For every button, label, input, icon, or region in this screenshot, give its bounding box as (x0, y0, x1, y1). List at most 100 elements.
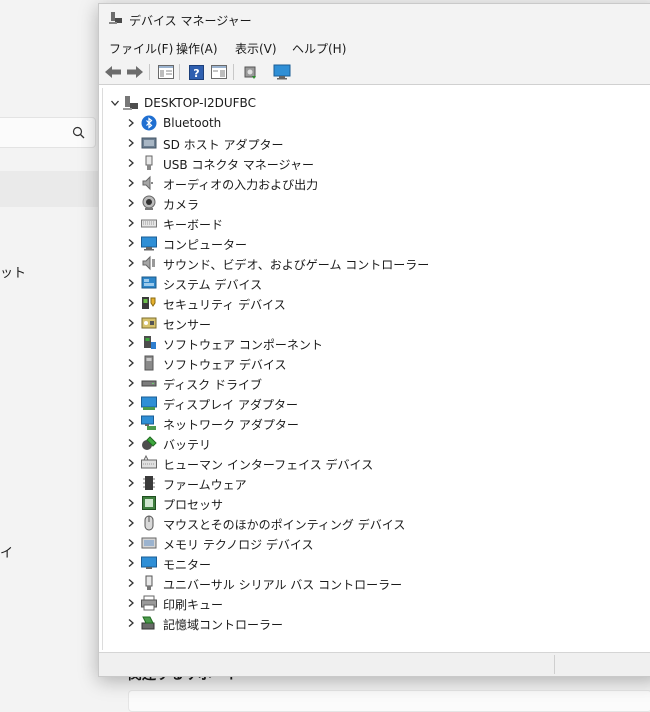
toolbar-separator (233, 64, 234, 80)
tree-node[interactable]: ネットワーク アダプター (103, 413, 643, 433)
chevron-right-icon[interactable] (125, 117, 137, 129)
chevron-right-icon[interactable] (125, 557, 137, 569)
tree-node[interactable]: ヒューマン インターフェイス デバイス (103, 453, 643, 473)
chevron-right-icon[interactable] (125, 537, 137, 549)
chevron-right-icon[interactable] (125, 237, 137, 249)
device-manager-app-icon (109, 11, 123, 28)
action-pane-icon[interactable] (208, 62, 230, 82)
menu-file[interactable]: ファイル(F) (109, 40, 173, 57)
menu-action[interactable]: 操作(A) (176, 40, 218, 57)
tree-node[interactable]: ディスク ドライブ (103, 373, 643, 393)
status-bar (99, 652, 650, 676)
memory-device-icon (141, 535, 157, 551)
show-hide-console-tree-icon[interactable] (155, 62, 177, 82)
tree-node-label: ネットワーク アダプター (163, 418, 299, 432)
chevron-right-icon[interactable] (125, 357, 137, 369)
chevron-right-icon[interactable] (125, 317, 137, 329)
background-nav-fragment[interactable]: イ (0, 542, 13, 561)
chevron-down-icon[interactable] (109, 97, 121, 109)
tree-node-label: モニター (163, 558, 212, 572)
background-nav-selected[interactable] (0, 171, 98, 207)
tree-node[interactable]: ユニバーサル シリアル バス コントローラー (103, 573, 643, 593)
chevron-right-icon[interactable] (125, 377, 137, 389)
tree-node[interactable]: オーディオの入力および出力 (103, 173, 643, 193)
menu-bar: ファイル(F) 操作(A) 表示(V) ヘルプ(H) (99, 34, 650, 60)
tree-root-node[interactable]: DESKTOP-I2DUFBC (103, 93, 643, 113)
security-device-icon (141, 295, 157, 311)
tree-node-label: USB コネクタ マネージャー (163, 158, 314, 172)
tree-node[interactable]: ソフトウェア デバイス (103, 353, 643, 373)
chevron-right-icon[interactable] (125, 597, 137, 609)
device-tree: DESKTOP-I2DUFBC Bluetooth SD ホスト アダプター USB… (102, 88, 650, 650)
tree-node[interactable]: プロセッサ (103, 493, 643, 513)
menu-view[interactable]: 表示(V) (235, 40, 277, 57)
chevron-right-icon[interactable] (125, 577, 137, 589)
help-icon[interactable]: ? (185, 62, 207, 82)
hid-icon (141, 454, 157, 471)
tree-node[interactable]: キーボード (103, 213, 643, 233)
bluetooth-icon (141, 115, 157, 131)
tree-node-label: プロセッサ (163, 498, 224, 512)
scan-hardware-changes-icon[interactable] (239, 62, 261, 82)
tree-node-label: ヒューマン インターフェイス デバイス (163, 458, 374, 472)
title-bar[interactable]: デバイス マネージャー (99, 4, 650, 34)
tree-node-label: コンピューター (163, 238, 248, 252)
camera-icon (141, 195, 157, 211)
tree-node[interactable]: ディスプレイ アダプター (103, 393, 643, 413)
computer-properties-icon[interactable] (271, 62, 293, 82)
tree-node-label: ソフトウェア コンポーネント (163, 338, 323, 352)
sound-icon (141, 255, 157, 271)
tree-node[interactable]: セキュリティ デバイス (103, 293, 643, 313)
usb-controller-icon (141, 575, 157, 591)
chevron-right-icon[interactable] (125, 417, 137, 429)
tree-node[interactable]: バッテリ (103, 433, 643, 453)
chevron-right-icon[interactable] (125, 197, 137, 209)
chevron-right-icon[interactable] (125, 497, 137, 509)
tree-node[interactable]: マウスとそのほかのポインティング デバイス (103, 513, 643, 533)
tree-node[interactable]: 記憶域コントローラー (103, 613, 643, 633)
background-nav-fragment[interactable]: ット (0, 262, 26, 281)
chevron-right-icon[interactable] (125, 517, 137, 529)
chevron-right-icon[interactable] (125, 437, 137, 449)
chevron-right-icon[interactable] (125, 297, 137, 309)
tree-node[interactable]: カメラ (103, 193, 643, 213)
chevron-right-icon[interactable] (125, 157, 137, 169)
tree-node-label: ディスプレイ アダプター (163, 398, 298, 412)
chevron-right-icon[interactable] (125, 177, 137, 189)
tree-node[interactable]: メモリ テクノロジ デバイス (103, 533, 643, 553)
menu-help[interactable]: ヘルプ(H) (292, 40, 346, 57)
tree-node[interactable]: 印刷キュー (103, 593, 643, 613)
tree-node[interactable]: サウンド、ビデオ、およびゲーム コントローラー (103, 253, 643, 273)
tree-node[interactable]: Bluetooth (103, 113, 643, 133)
chevron-right-icon[interactable] (125, 277, 137, 289)
chevron-right-icon[interactable] (125, 137, 137, 149)
chevron-right-icon[interactable] (125, 477, 137, 489)
chevron-right-icon[interactable] (125, 257, 137, 269)
tree-node[interactable]: ソフトウェア コンポーネント (103, 333, 643, 353)
back-arrow-icon[interactable] (102, 62, 124, 82)
tree-node[interactable]: SD ホスト アダプター (103, 133, 643, 153)
tree-node[interactable]: USB コネクタ マネージャー (103, 153, 643, 173)
chevron-right-icon[interactable] (125, 617, 137, 629)
storage-controller-icon (141, 615, 157, 631)
tree-node[interactable]: ファームウェア (103, 473, 643, 493)
tree-node[interactable]: コンピューター (103, 233, 643, 253)
chevron-right-icon[interactable] (125, 337, 137, 349)
tree-node[interactable]: システム デバイス (103, 273, 643, 293)
background-card (128, 690, 650, 712)
tree-node-label: Bluetooth (163, 116, 222, 130)
chevron-right-icon[interactable] (125, 397, 137, 409)
chevron-right-icon[interactable] (125, 217, 137, 229)
display-adapter-icon (141, 395, 157, 411)
tree-node-label: メモリ テクノロジ デバイス (163, 538, 314, 552)
printer-icon (141, 595, 157, 611)
forward-arrow-icon[interactable] (124, 62, 146, 82)
tree-node[interactable]: センサー (103, 313, 643, 333)
tree-node[interactable]: モニター (103, 553, 643, 573)
computer-name-label: DESKTOP-I2DUFBC (144, 96, 256, 110)
chevron-right-icon[interactable] (125, 457, 137, 469)
network-adapter-icon (141, 415, 157, 431)
sensor-icon (141, 315, 157, 331)
background-search-box[interactable] (0, 117, 96, 148)
tree-node-label: 記憶域コントローラー (163, 618, 284, 632)
